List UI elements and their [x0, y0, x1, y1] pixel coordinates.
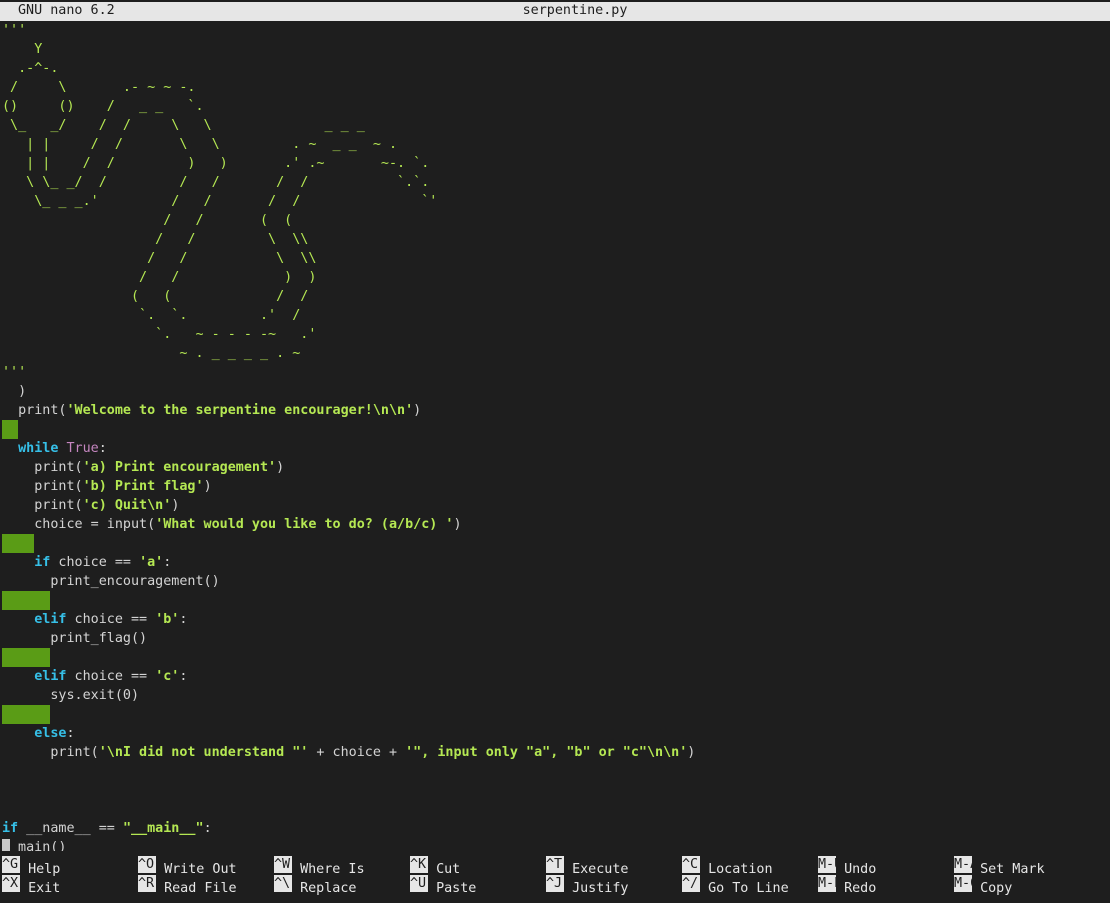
shortcut-label: Redo	[844, 881, 877, 896]
shortcut-bar: ^G Help ^X Exit ^O Write Out ^R Read File ^W…	[0, 856, 1110, 896]
ascii-art-line: / / \ \\	[2, 232, 309, 247]
ascii-art-line: ( ( / /	[2, 289, 309, 304]
whitespace-marker	[2, 648, 50, 667]
code-line: print('Welcome to the serpentine encoura…	[2, 403, 422, 418]
code-line: elif choice == 'b':	[34, 612, 188, 627]
whitespace-marker-line	[2, 591, 1108, 610]
shortcut-read-file[interactable]: ^R Read File	[138, 875, 237, 896]
shortcut-write-out[interactable]: ^O Write Out	[138, 856, 237, 877]
file-name: serpentine.py	[522, 3, 628, 18]
whitespace-marker	[2, 534, 34, 553]
code-line: print_encouragement()	[2, 574, 220, 589]
ascii-art-line: \_ _ _.' / / / / `'	[2, 194, 438, 209]
code-line: elif choice == 'c':	[34, 669, 188, 684]
shortcut-key: ^C	[682, 856, 700, 873]
shortcut-label: Replace	[300, 881, 357, 896]
shortcut-label: Go To Line	[708, 881, 789, 896]
shortcut-label: Copy	[980, 881, 1013, 896]
ascii-art-line: '''	[2, 23, 27, 38]
shortcut-key: ^J	[546, 875, 564, 892]
ascii-art-line: / / ) )	[2, 270, 317, 285]
shortcut-execute[interactable]: ^T Execute	[546, 856, 629, 877]
title-bar: GNU nano 6.2 serpentine.py	[0, 2, 1110, 21]
whitespace-marker-line	[2, 705, 1108, 724]
shortcut-cut[interactable]: ^K Cut	[410, 856, 460, 877]
shortcut-copy[interactable]: M-6 Copy	[954, 875, 1013, 896]
whitespace-marker	[2, 591, 50, 610]
text-cursor	[2, 839, 10, 851]
code-line: while True:	[18, 441, 107, 456]
shortcut-label: Justify	[572, 881, 629, 896]
shortcut-key: ^K	[410, 856, 428, 873]
ascii-art-line: \_ _/ / / \ \ _ _ _	[2, 118, 365, 133]
whitespace-marker	[2, 705, 50, 724]
shortcut-key: ^R	[138, 875, 156, 892]
shortcut-key: ^G	[2, 856, 20, 873]
ascii-art-line: ~ . _ _ _ _ . ~	[2, 346, 301, 361]
ascii-art-line: `. `. .' /	[2, 308, 301, 323]
shortcut-help[interactable]: ^G Help	[2, 856, 60, 877]
shortcut-replace[interactable]: ^\ Replace	[274, 875, 357, 896]
shortcut-key: M-A	[954, 856, 972, 873]
shortcut-key: ^X	[2, 875, 20, 892]
ascii-art-line: | | / / ) ) .' .~ ~-. `.	[2, 156, 430, 171]
shortcut-where-is[interactable]: ^W Where Is	[274, 856, 365, 877]
whitespace-marker-line	[2, 534, 1108, 553]
shortcut-key: ^/	[682, 875, 700, 892]
shortcut-label: Exit	[28, 881, 61, 896]
code-line: else:	[34, 726, 75, 741]
shortcut-label: Read File	[164, 881, 237, 896]
code-line: print('c) Quit\n')	[2, 498, 180, 513]
whitespace-marker-line	[2, 648, 1108, 667]
shortcut-exit[interactable]: ^X Exit	[2, 875, 61, 896]
code-line: sys.exit(0)	[2, 688, 140, 703]
shortcut-justify[interactable]: ^J Justify	[546, 875, 629, 896]
code-line: print('a) Print encouragement')	[2, 460, 285, 475]
code-line: print_flag()	[2, 631, 148, 646]
shortcut-key: ^W	[274, 856, 292, 873]
code-line: print('b) Print flag')	[2, 479, 212, 494]
code-line: )	[2, 384, 27, 399]
shortcut-undo[interactable]: M-U Undo	[818, 856, 876, 877]
shortcut-paste[interactable]: ^U Paste	[410, 875, 477, 896]
shortcut-key: ^\	[274, 875, 292, 892]
shortcut-key: M-E	[818, 875, 836, 892]
shortcut-set-mark[interactable]: M-A Set Mark	[954, 856, 1045, 877]
shortcut-location[interactable]: ^C Location	[682, 856, 773, 877]
shortcut-key: M-U	[818, 856, 836, 873]
shortcut-go-to-line[interactable]: ^/ Go To Line	[682, 875, 789, 896]
ascii-art-line: Y	[2, 42, 43, 57]
shortcut-redo[interactable]: M-E Redo	[818, 875, 877, 896]
shortcut-key: ^O	[138, 856, 156, 873]
ascii-art-line: | | / / \ \ . ~ _ _ ~ .	[2, 137, 398, 152]
shortcut-key: ^U	[410, 875, 428, 892]
shortcut-key: M-6	[954, 875, 972, 892]
code-line: main()	[2, 838, 1108, 851]
ascii-art-line: () () / _ _ `.	[2, 99, 204, 114]
ascii-art-line: `. ~ - - - -~ .'	[2, 327, 317, 342]
ascii-art-line: / / \ \\	[2, 251, 317, 266]
shortcut-key: ^T	[546, 856, 564, 873]
shortcut-label: Paste	[436, 881, 477, 896]
ascii-art-line: / / ( (	[2, 213, 293, 228]
ascii-art-line: / \ .- ~ ~ -.	[2, 80, 196, 95]
whitespace-marker	[2, 420, 18, 439]
code-line: if choice == 'a':	[34, 555, 172, 570]
ascii-art-line: \ \_ _/ / / / / / `.`.	[2, 175, 430, 190]
whitespace-marker-line	[2, 420, 1108, 439]
editor-area[interactable]: ''' Y .-^-. / \ .- ~ ~ -.() () / _ _ `. …	[2, 21, 1108, 851]
code-line: print('\nI did not understand "' + choic…	[2, 745, 696, 760]
code-line: choice = input('What would you like to d…	[2, 517, 462, 532]
ascii-art-line: .-^-.	[2, 61, 59, 76]
ascii-art-block: ''' Y .-^-. / \ .- ~ ~ -.() () / _ _ `. …	[2, 21, 1108, 382]
ascii-art-line: '''	[2, 365, 27, 380]
code-line: if __name__ == "__main__":	[2, 821, 212, 836]
